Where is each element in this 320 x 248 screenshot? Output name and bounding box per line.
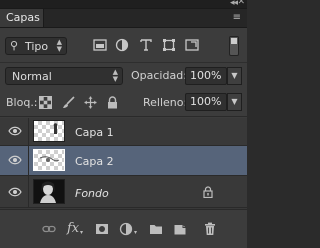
lock-all-icon[interactable] — [106, 96, 119, 109]
lock-transparent-pixels-icon[interactable] — [39, 96, 52, 109]
filter-toggle-switch[interactable] — [229, 36, 239, 56]
type-filter-icon[interactable] — [139, 38, 153, 52]
layer-row-fondo[interactable]: Fondo — [0, 176, 247, 208]
new-layer-icon[interactable] — [173, 222, 187, 236]
filter-kind-select[interactable]: ⚲ Tipo ▲ ▼ — [5, 37, 67, 55]
blend-row: Normal ▲ ▼ Opacidad: 100% ▼ — [0, 62, 247, 88]
shape-filter-icon[interactable] — [162, 38, 176, 52]
add-mask-icon[interactable] — [95, 222, 109, 236]
adjustment-filter-icon[interactable] — [115, 38, 129, 52]
fill-input[interactable]: 100% — [185, 93, 227, 111]
layer-lock-icon[interactable] — [203, 186, 213, 198]
close-panel-icon[interactable]: ✕ — [237, 0, 245, 7]
filter-row: ⚲ Tipo ▲ ▼ — [0, 28, 247, 63]
panel-tab-bar: Capas ≡ — [0, 9, 247, 28]
layer-divider — [28, 146, 29, 176]
search-icon: ⚲ — [10, 39, 19, 52]
layers-bottom-toolbar: fx ▾ ▾ — [0, 209, 247, 248]
image-filter-icon[interactable] — [93, 38, 107, 52]
layer-thumbnail — [33, 120, 65, 142]
layer-row-capa-1[interactable]: Capa 1 — [0, 118, 247, 146]
fill-label: Relleno: — [143, 96, 188, 109]
panel-menu-icon[interactable]: ≡ — [233, 12, 241, 23]
updown-arrows-icon: ▲ ▼ — [112, 68, 118, 83]
layer-name: Capa 1 — [75, 126, 114, 139]
visibility-eye-icon[interactable] — [8, 187, 22, 197]
adjustment-dropdown-icon: ▾ — [134, 229, 138, 236]
smart-object-filter-icon[interactable] — [185, 38, 199, 52]
delete-layer-icon[interactable] — [203, 222, 217, 236]
visibility-eye-icon[interactable] — [8, 155, 22, 165]
filter-kind-label: Tipo — [25, 40, 49, 53]
layer-name: Capa 2 — [75, 155, 114, 168]
layers-panel: ⚲ Tipo ▲ ▼ Normal ▲ ▼ Opacidad: 100% ▼ B… — [0, 28, 247, 248]
fx-dropdown-icon: ▾ — [80, 229, 84, 236]
lock-label: Bloq.: — [6, 96, 38, 109]
new-adjustment-layer-icon[interactable] — [119, 222, 133, 236]
link-layers-icon[interactable] — [42, 222, 56, 236]
layer-divider — [28, 118, 29, 146]
lock-position-icon[interactable] — [84, 96, 97, 109]
fill-dropdown-icon[interactable]: ▼ — [227, 93, 242, 111]
lock-row: Bloq.: Relleno: 100% ▼ — [0, 88, 247, 117]
updown-arrows-icon: ▲ ▼ — [56, 38, 62, 53]
blend-mode-value: Normal — [12, 70, 52, 83]
blend-mode-select[interactable]: Normal ▲ ▼ — [5, 67, 123, 85]
layer-thumbnail — [33, 179, 65, 204]
lock-image-pixels-icon[interactable] — [62, 96, 75, 109]
new-group-icon[interactable] — [149, 222, 163, 236]
panel-top-strip: ◂◂ ✕ — [0, 0, 247, 9]
opacity-label: Opacidad: — [131, 69, 187, 82]
layer-name: Fondo — [75, 187, 109, 200]
opacity-input[interactable]: 100% — [185, 67, 227, 85]
layer-divider — [28, 176, 29, 208]
visibility-eye-icon[interactable] — [8, 126, 22, 136]
layer-thumbnail — [33, 149, 65, 171]
add-layer-style-button[interactable]: fx — [67, 221, 79, 236]
tab-layers[interactable]: Capas — [0, 9, 44, 27]
opacity-dropdown-icon[interactable]: ▼ — [227, 67, 242, 85]
layer-row-capa-2[interactable]: Capa 2 — [0, 146, 247, 176]
collapse-panel-icon[interactable]: ◂◂ — [230, 0, 238, 8]
